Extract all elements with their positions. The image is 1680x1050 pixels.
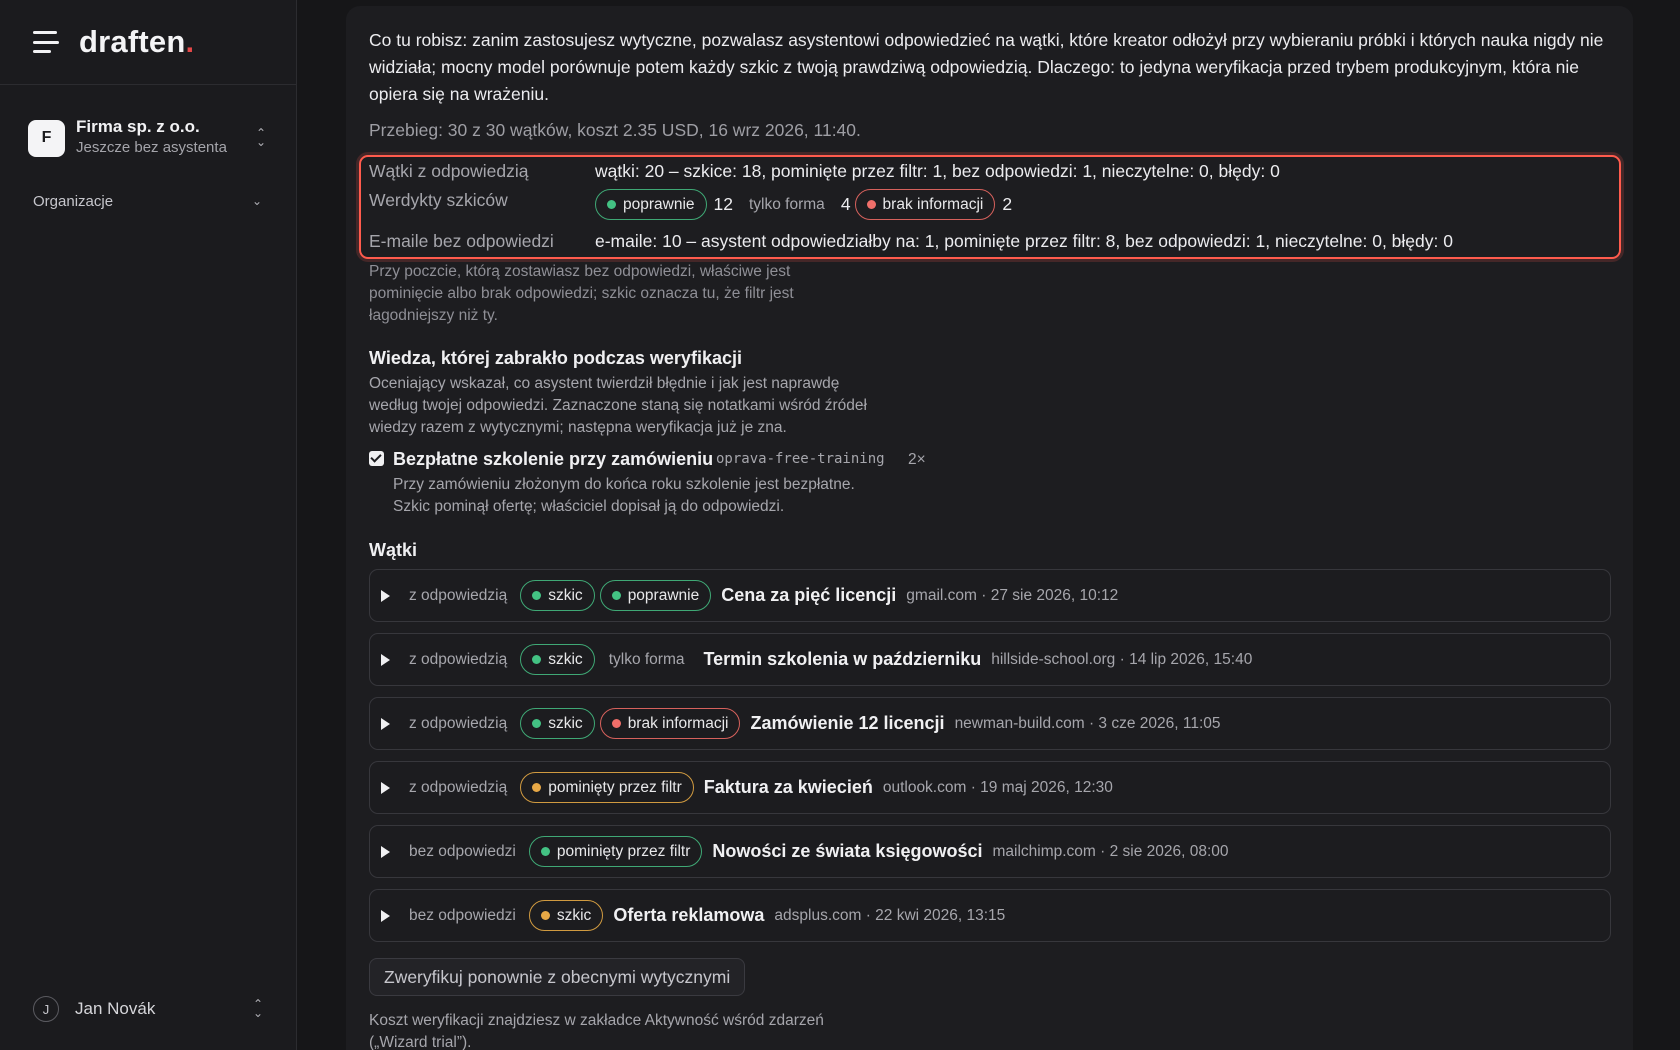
knowledge-item-checkbox[interactable]: [369, 451, 384, 466]
verdict-badge-missing: brak informacji: [854, 189, 996, 220]
user-menu[interactable]: J Jan Novák ⌃ ⌄: [33, 996, 265, 1022]
thread-badges: szkic brak informacji: [520, 708, 741, 739]
thread-badges: szkic poprawnie: [520, 580, 712, 611]
thread-row[interactable]: z odpowiedzią szkic brak informacji Zamówie…: [369, 697, 1611, 750]
thread-subject: Nowości ze świata księgowości: [712, 841, 983, 861]
org-subtitle: Jeszcze bez asystenta: [76, 139, 227, 156]
thread-subject: Zamówienie 12 licencji: [750, 713, 945, 733]
thread-row[interactable]: bez odpowiedzi pominięty przez filtr Nowoś…: [369, 825, 1611, 878]
status-badge: szkic: [520, 580, 595, 611]
thread-row[interactable]: bez odpowiedzi szkic Oferta reklamowa adspl…: [369, 889, 1611, 942]
thread-state: z odpowiedzią: [409, 778, 508, 796]
logo[interactable]: draften.: [79, 24, 194, 60]
thread-meta: gmail.com · 27 sie 2026, 10:12: [906, 586, 1119, 604]
thread-meta: adsplus.com · 22 kwi 2026, 13:15: [774, 906, 1006, 924]
status-dot-icon: [532, 783, 542, 792]
thread-badges: szkic: [528, 900, 604, 931]
status-dot-icon: [866, 200, 876, 209]
expand-triangle-icon[interactable]: [381, 909, 390, 922]
knowledge-title: Wiedza, której zabrakło podczas weryfika…: [369, 348, 742, 368]
intro-text: Co tu robisz: zanim zastosujesz wytyczne…: [369, 30, 1604, 104]
thread-badges: pominięty przez filtr: [520, 772, 694, 803]
status-badge: pominięty przez filtr: [520, 772, 694, 803]
verdict-count: 12: [713, 194, 733, 214]
sidebar-header: draften.: [0, 0, 296, 85]
status-badge: pominięty przez filtr: [528, 836, 703, 867]
chevron-up-down-icon: ⌃ ⌄: [255, 126, 267, 149]
status-dot-icon: [532, 719, 542, 728]
thread-state: z odpowiedzią: [409, 586, 508, 604]
thread-badges: pominięty przez filtr: [528, 836, 703, 867]
threads-title: Wątki: [369, 540, 418, 560]
chevron-down-icon: ⌄: [251, 194, 262, 208]
thread-state: bez odpowiedzi: [409, 842, 516, 860]
verdict-count: 4: [840, 194, 851, 214]
expand-triangle-icon[interactable]: [381, 781, 390, 794]
expand-triangle-icon[interactable]: [381, 845, 390, 858]
status-dot-icon: [532, 591, 542, 600]
expand-triangle-icon[interactable]: [381, 589, 390, 602]
thread-subject: Termin szkolenia w październiku: [703, 649, 982, 669]
knowledge-item-description: Przy zamówieniu złożonym do końca roku s…: [393, 476, 855, 515]
thread-row[interactable]: z odpowiedzią szkic tylko forma Termin szko…: [369, 633, 1611, 686]
sidebar-item-label: Organizacje: [33, 192, 114, 210]
sidebar: draften. F Firma sp. z o.o. Jeszcze bez …: [0, 0, 297, 1050]
verdict-counts: poprawnie 12 tylko forma 4 brak informac…: [595, 189, 1028, 220]
status-badge: szkic: [520, 708, 595, 739]
user-name: Jan Novák: [75, 999, 156, 1018]
knowledge-description: Oceniający wskazał, co asystent twierdzi…: [369, 375, 867, 436]
expand-triangle-icon[interactable]: [381, 653, 390, 666]
thread-meta: hillside-school.org · 14 lip 2026, 15:40: [991, 650, 1253, 668]
summary-label: Werdykty szkiców: [369, 190, 508, 210]
thread-state: z odpowiedzią: [409, 714, 508, 732]
verdict-count: 2: [1002, 194, 1013, 214]
summary-value: wątki: 20 – szkice: 18, pominięte przez …: [595, 161, 1280, 181]
reverify-button[interactable]: Zweryfikuj ponownie z obecnymi wytycznym…: [369, 958, 746, 996]
status-dot-icon: [540, 847, 550, 856]
chevron-up-down-icon: ⌃ ⌄: [252, 997, 264, 1020]
thread-subject: Cena za pięć licencji: [721, 585, 897, 605]
run-meta: Przebieg: 30 z 30 wątków, koszt 2.35 USD…: [369, 120, 861, 140]
unreplied-note: Przy poczcie, którą zostawiasz bez odpow…: [369, 263, 794, 324]
thread-subject: Faktura za kwiecień: [703, 777, 873, 797]
status-badge: szkic: [528, 900, 604, 931]
knowledge-item-title: Bezpłatne szkolenie przy zamówieniu: [393, 449, 714, 469]
cost-note: Koszt weryfikacji znajdziesz w zakładce …: [369, 1012, 824, 1050]
thread-meta: newman-build.com · 3 cze 2026, 11:05: [954, 714, 1221, 732]
status-dot-icon: [607, 200, 616, 209]
knowledge-item-code: oprava-free-training: [716, 451, 885, 467]
thread-verdict-label: tylko forma: [608, 650, 685, 668]
summary-value: e-maile: 10 – asystent odpowiedziałby na…: [595, 231, 1453, 251]
expand-triangle-icon[interactable]: [381, 717, 390, 730]
knowledge-item-count: 2×: [908, 451, 926, 468]
thread-subject: Oferta reklamowa: [613, 905, 765, 925]
sidebar-item-organizations[interactable]: Organizacje ⌄: [0, 190, 296, 212]
avatar: J: [33, 996, 59, 1022]
thread-badges: szkic: [520, 644, 595, 675]
menu-icon[interactable]: [33, 31, 59, 53]
summary-label: Wątki z odpowiedzią: [369, 161, 529, 181]
status-badge: szkic: [520, 644, 595, 675]
status-dot-icon: [611, 591, 621, 600]
status-badge: poprawnie: [599, 580, 712, 611]
status-badge: brak informacji: [599, 708, 741, 739]
org-switcher[interactable]: F Firma sp. z o.o. Jeszcze bez asystenta…: [0, 116, 296, 160]
org-name: Firma sp. z o.o.: [76, 117, 200, 136]
org-avatar: F: [28, 119, 65, 157]
thread-state: bez odpowiedzi: [409, 906, 516, 924]
thread-row[interactable]: z odpowiedzią szkic poprawnie Cena za pięć …: [369, 569, 1611, 622]
thread-row[interactable]: z odpowiedzią pominięty przez filtr Faktur…: [369, 761, 1611, 814]
status-dot-icon: [540, 911, 550, 920]
status-dot-icon: [611, 719, 621, 728]
verdict-badge-correct: poprawnie: [595, 189, 707, 220]
thread-state: z odpowiedzią: [409, 650, 508, 668]
status-dot-icon: [532, 655, 542, 664]
summary-label: E-maile bez odpowiedzi: [369, 231, 554, 251]
verdict-label-form: tylko forma: [749, 195, 825, 213]
thread-meta: mailchimp.com · 2 sie 2026, 08:00: [992, 842, 1229, 860]
thread-meta: outlook.com · 19 maj 2026, 12:30: [882, 778, 1113, 796]
